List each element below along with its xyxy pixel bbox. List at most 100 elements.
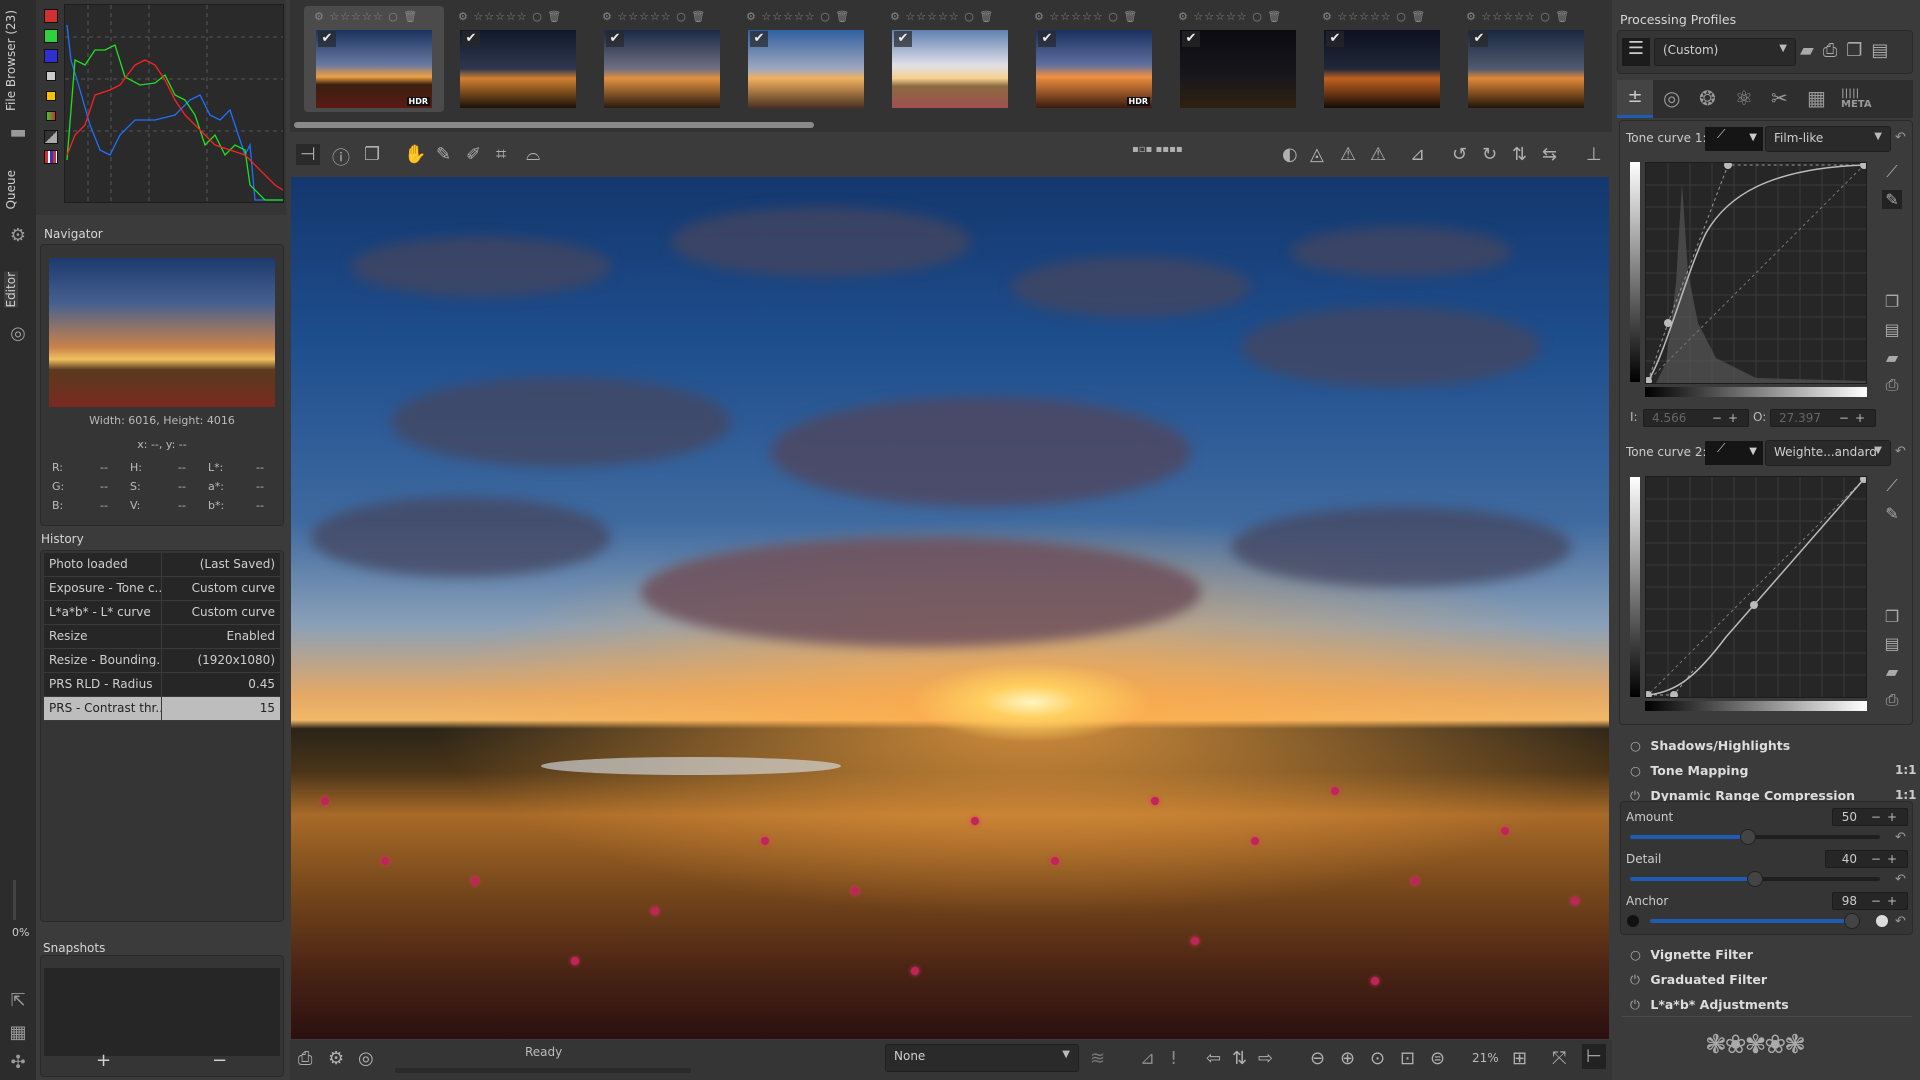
reject-icon[interactable]: ○ [820,10,831,23]
next-image-icon[interactable]: ⇨ [1258,1048,1273,1069]
hide-left-panel-icon[interactable]: ⊣ [296,144,320,165]
gear-icon[interactable]: ⚙ [1178,10,1189,23]
input-field[interactable]: 4.566 −+ [1643,409,1749,427]
tab-editor[interactable]: Editor [4,272,18,308]
save-profile-icon[interactable]: ⎙ [1823,40,1846,61]
gear-icon[interactable]: ⚙ [1322,10,1333,23]
rating-row[interactable]: ⚙ ☆☆☆☆☆ ○ 🗑 [1178,10,1282,23]
trash-icon[interactable]: 🗑 [1123,10,1138,23]
zoom-fit-crop-icon[interactable]: ⊡ [1400,1048,1415,1069]
curve-type-button[interactable]: ⟋ ▼ [1705,441,1763,465]
filmstrip-thumbnail[interactable]: ⚙ ☆☆☆☆☆ ○ 🗑 ✔ [736,6,876,112]
paste-curve-icon[interactable]: ▤ [1882,634,1902,653]
amount-field[interactable]: 50 −+ [1832,808,1908,826]
slider-handle[interactable] [1843,913,1860,929]
filmstrip-thumbnail[interactable]: ⚙ ☆☆☆☆☆ ○ 🗑 ✔ [1456,6,1596,112]
tab-color[interactable]: ❂ [1699,86,1716,110]
stepper[interactable]: −+ [1871,809,1903,825]
hand-tool-icon[interactable]: ✋ [404,144,426,165]
history-row[interactable]: PRS RLD - Radius 0.45 [44,673,280,697]
trash-icon[interactable]: 🗑 [547,10,562,23]
raw-toggle[interactable] [46,111,56,121]
rating-row[interactable]: ⚙ ☆☆☆☆☆ ○ 🗑 [1322,10,1426,23]
profile-combo[interactable]: (Custom) ▼ [1654,38,1796,66]
star-rating[interactable]: ☆☆☆☆☆ [1481,10,1535,23]
gear-icon[interactable]: ⚙ [890,10,901,23]
tool-expander[interactable]: ○ Vignette Filter [1630,947,1753,962]
pointer-plus-icon[interactable]: ⇱ [6,990,30,1012]
star-rating[interactable]: ☆☆☆☆☆ [617,10,671,23]
rating-row[interactable]: ⚙ ☆☆☆☆☆ ○ 🗑 [602,10,706,23]
gear-icon[interactable]: ⚙ [458,10,469,23]
image-preview[interactable] [291,177,1609,1039]
reject-icon[interactable]: ○ [1540,10,1551,23]
filmstrip-thumbnail[interactable]: ⚙ ☆☆☆☆☆ ○ 🗑 ✔ HDR [1024,6,1164,112]
power-icon[interactable]: ⏻ [1630,997,1646,1013]
new-detail-window-icon[interactable]: ⊞ [1512,1048,1527,1069]
white-balance-picker-icon[interactable]: ✎ [436,144,451,165]
rating-row[interactable]: ⚙ ☆☆☆☆☆ ○ 🗑 [746,10,850,23]
trash-icon[interactable]: 🗑 [835,10,850,23]
tone-curve-2-mode-combo[interactable]: Weighte...andard ▼ [1765,440,1891,466]
reject-icon[interactable]: ○ [532,10,543,23]
editor-external-icon[interactable]: ◎ [358,1048,374,1069]
reset-icon[interactable]: ↶ [1895,130,1906,145]
reject-icon[interactable]: ○ [964,10,975,23]
flip-horizontal-icon[interactable]: ⇆ [1542,144,1557,165]
disabled-circle-icon[interactable]: ○ [1630,947,1646,962]
curve-type-button[interactable]: ⟋ ▼ [1705,127,1763,151]
fullscreen-icon[interactable]: ⤧ [1552,1048,1566,1069]
star-rating[interactable]: ☆☆☆☆☆ [1193,10,1247,23]
copy-curve-icon[interactable]: ❐ [1882,607,1902,626]
filmstrip-thumbnail[interactable]: ⚙ ☆☆☆☆☆ ○ 🗑 ✔ [1168,6,1308,112]
gear-icon[interactable]: ⚙ [314,10,325,23]
filmstrip-thumbnail[interactable]: ⚙ ☆☆☆☆☆ ○ 🗑 ✔ [1312,6,1452,112]
softproof-icon[interactable]: ≋ [1090,1048,1105,1069]
gear-icon[interactable]: ⚙ [1466,10,1477,23]
rotate-right-icon[interactable]: ↻ [1482,144,1497,165]
reset-icon[interactable]: ↶ [1895,914,1906,929]
color-picker-icon[interactable]: ✐ [466,144,481,165]
tool-expander[interactable]: ⏻ Graduated Filter [1630,972,1767,988]
display-mode-toggle[interactable] [44,130,58,144]
preview-channels-icon[interactable]: ▪▫▪ ▪▪▪▪ [1132,144,1183,155]
color-management-combo[interactable]: None ▼ [885,1044,1079,1072]
reject-icon[interactable]: ○ [388,10,399,23]
sync-icon[interactable]: ⇅ [1232,1048,1247,1069]
reject-icon[interactable]: ○ [1252,10,1263,23]
out-of-gamut-icon[interactable]: ! [1170,1048,1177,1069]
trash-icon[interactable]: 🗑 [979,10,994,23]
filmstrip-thumbnail[interactable]: ⚙ ☆☆☆☆☆ ○ 🗑 ✔ [592,6,732,112]
gear-icon[interactable]: ⚙ [602,10,613,23]
warning-icon[interactable]: ⚠ [1340,144,1356,165]
previous-image-icon[interactable]: ⇦ [1206,1048,1221,1069]
trash-icon[interactable]: 🗑 [1411,10,1426,23]
stepper[interactable]: −+ [1712,410,1744,426]
chroma-toggle[interactable] [46,91,56,101]
history-row[interactable]: Exposure - Tone c... Custom curve [44,577,280,601]
fullscreen-icon[interactable]: ✣ [6,1052,30,1074]
star-rating[interactable]: ☆☆☆☆☆ [1049,10,1103,23]
focus-mask-icon[interactable]: ◐ [1282,144,1298,165]
trash-icon[interactable]: 🗑 [403,10,418,23]
tab-metadata[interactable]: ||||| META [1841,88,1872,110]
trash-icon[interactable]: 🗑 [691,10,706,23]
anchor-slider[interactable] [1650,913,1860,929]
filmstrip-thumbnail[interactable]: ⚙ ☆☆☆☆☆ ○ 🗑 ✔ [448,6,588,112]
edit-point-icon[interactable]: ✎ [1882,504,1902,523]
aperture-icon[interactable]: ◎ [6,323,30,345]
navigator-preview[interactable] [49,258,275,407]
filmstrip-scrollbar[interactable] [294,122,814,128]
slider-handle[interactable] [1747,871,1763,887]
star-rating[interactable]: ☆☆☆☆☆ [473,10,527,23]
reset-icon[interactable]: ↶ [1895,444,1906,459]
bar-toggle[interactable] [44,150,58,164]
red-channel-toggle[interactable] [44,9,58,23]
crop-icon[interactable]: ⌗ [496,144,506,165]
load-curve-icon[interactable]: ▰ [1882,348,1902,367]
blue-channel-toggle[interactable] [44,49,58,63]
save-curve-icon[interactable]: ⎙ [1882,375,1902,395]
highlight-clip-icon[interactable]: ⚠ [1370,144,1386,165]
paste-curve-icon[interactable]: ▤ [1882,320,1902,339]
tab-file-browser[interactable]: File Browser (23) [4,10,18,111]
